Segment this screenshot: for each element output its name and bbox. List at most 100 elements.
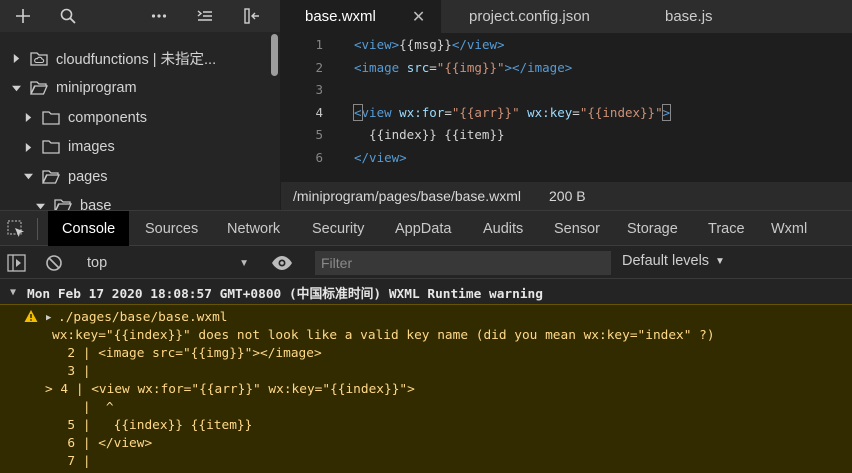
- chevron-down-icon[interactable]: [22, 171, 34, 183]
- warning-line: 3 |: [52, 364, 91, 379]
- code-token: </view>: [354, 149, 407, 165]
- tab-label: base.wxml: [305, 8, 376, 25]
- code-text: {{index}} {{item}}: [354, 124, 505, 147]
- code-line[interactable]: 1 <view>{{msg}}</view>: [281, 34, 852, 57]
- chevron-down-icon: ▼: [239, 257, 249, 269]
- context-label: top: [87, 255, 108, 271]
- code-line[interactable]: 4 <view wx:for="{{arr}}" wx:key="{{index}…: [281, 102, 852, 125]
- plus-icon[interactable]: [11, 4, 35, 28]
- code-token: "{{arr}}": [451, 104, 520, 120]
- console-toolbar: top ▼ Default levels ▼: [0, 247, 852, 279]
- tab-audits[interactable]: Audits: [469, 211, 537, 246]
- code-token: wx:key: [527, 104, 573, 120]
- divider: [37, 218, 38, 240]
- code-line[interactable]: 2 <image src="{{img}}"></image>: [281, 57, 852, 80]
- chevron-down-icon: ▼: [715, 255, 725, 267]
- file-size: 200 B: [549, 188, 586, 204]
- tab-sensor[interactable]: Sensor: [540, 211, 614, 246]
- console-group-header[interactable]: ▼ Mon Feb 17 2020 18:08:57 GMT+0800 (中国标…: [0, 280, 852, 304]
- code-text: </view>: [354, 147, 407, 170]
- context-selector[interactable]: top ▼: [87, 253, 249, 273]
- chevron-down-icon[interactable]: [34, 200, 46, 210]
- search-icon[interactable]: [56, 4, 80, 28]
- chevron-right-icon[interactable]: [22, 112, 34, 124]
- chevron-right-icon[interactable]: [10, 53, 22, 65]
- chevron-right-icon[interactable]: ▶: [46, 313, 51, 323]
- folder-icon: [42, 111, 60, 125]
- inspect-element-icon[interactable]: [6, 219, 26, 239]
- tab-base-js[interactable]: base.js: [665, 0, 713, 33]
- code-editor: base.wxml ✕ project.config.json base.js …: [281, 0, 852, 210]
- folder-open-icon: [54, 199, 72, 210]
- console-output: ▼ Mon Feb 17 2020 18:08:57 GMT+0800 (中国标…: [0, 280, 852, 473]
- tree-item-images[interactable]: images: [0, 133, 280, 163]
- tab-sources[interactable]: Sources: [131, 211, 212, 246]
- code-line[interactable]: 5 {{index}} {{item}}: [281, 124, 852, 147]
- code-token: =: [429, 59, 437, 75]
- explorer-scrollbar[interactable]: [271, 34, 278, 76]
- line-number: 1: [315, 37, 323, 52]
- code-area[interactable]: 1 <view>{{msg}}</view> 2 <image src="{{img}…: [281, 34, 852, 170]
- warning-line: 6 | </view>: [52, 436, 153, 451]
- levels-label: Default levels: [622, 253, 710, 269]
- chevron-right-icon[interactable]: [22, 141, 34, 153]
- filter-input[interactable]: [315, 251, 611, 275]
- code-token: =: [572, 104, 580, 120]
- eye-icon[interactable]: [271, 255, 293, 271]
- line-number: 6: [315, 149, 323, 165]
- show-sidebar-icon[interactable]: [7, 254, 26, 272]
- tab-wxml[interactable]: Wxml: [757, 211, 821, 246]
- devtools-tabs: Console Sources Network Security AppData Audi…: [0, 211, 852, 246]
- file-tree: cloudfunctions | 未指定... miniprogram compon…: [0, 44, 280, 210]
- warning-line: | ^: [52, 400, 114, 415]
- editor-status-bar: /miniprogram/pages/base/base.wxml 200 B: [281, 182, 852, 210]
- warning-message: ./pages/base/base.wxml wx:key="{{index}}"…: [0, 304, 852, 473]
- tab-storage[interactable]: Storage: [613, 211, 692, 246]
- tab-trace[interactable]: Trace: [694, 211, 759, 246]
- editor-tabs: base.wxml ✕ project.config.json base.js: [281, 0, 852, 33]
- code-token: ></image>: [504, 59, 573, 75]
- code-line[interactable]: 3: [281, 79, 852, 102]
- explorer-toolbar: [0, 0, 280, 32]
- code-token: {{msg}}: [399, 37, 452, 52]
- close-icon[interactable]: ✕: [412, 7, 425, 27]
- tree-item-miniprogram[interactable]: miniprogram: [0, 74, 280, 104]
- tree-item-pages[interactable]: pages: [0, 162, 280, 192]
- tab-console[interactable]: Console: [48, 211, 130, 246]
- folder-icon: [42, 140, 60, 154]
- code-token: </view>: [451, 37, 505, 52]
- warning-line: wx:key="{{index}}" does not look like a …: [52, 328, 715, 343]
- code-token: src: [406, 59, 430, 75]
- clear-console-icon[interactable]: [45, 254, 63, 272]
- code-token: {{index}} {{item}}: [354, 127, 505, 143]
- chevron-down-icon[interactable]: [10, 82, 22, 94]
- tab-label: project.config.json: [469, 8, 590, 25]
- tab-appdata[interactable]: AppData: [381, 211, 465, 246]
- tree-item-components[interactable]: components: [0, 103, 280, 133]
- code-token: "{{img}}": [436, 59, 505, 75]
- tree-item-label: images: [68, 139, 115, 156]
- code-line[interactable]: 6 </view>: [281, 147, 852, 170]
- warning-line: 2 | <image src="{{img}}"></image>: [52, 346, 322, 361]
- sort-icon[interactable]: [193, 4, 217, 28]
- code-token: =: [444, 104, 452, 120]
- tree-item-label: pages: [68, 168, 108, 185]
- more-horizontal-icon[interactable]: [147, 4, 171, 28]
- line-number: 2: [315, 59, 323, 75]
- collapse-panel-icon[interactable]: [240, 4, 264, 28]
- log-levels-dropdown[interactable]: Default levels ▼: [622, 253, 725, 269]
- tab-project-config-json[interactable]: project.config.json: [469, 0, 590, 33]
- warning-line: > 4 | <view wx:for="{{arr}}" wx:key="{{i…: [45, 382, 415, 397]
- source-link[interactable]: ./pages/base/base.wxml: [58, 309, 228, 327]
- tree-item-base[interactable]: base: [0, 192, 280, 210]
- line-number: 4: [315, 104, 323, 120]
- code-text: <image src="{{img}}"></image>: [354, 57, 572, 80]
- tab-security[interactable]: Security: [298, 211, 378, 246]
- tree-item-label: miniprogram: [56, 80, 137, 97]
- file-path: /miniprogram/pages/base/base.wxml: [293, 188, 521, 204]
- tab-base-wxml[interactable]: base.wxml ✕: [281, 0, 441, 33]
- tree-item-cloudfunctions[interactable]: cloudfunctions | 未指定...: [0, 44, 280, 74]
- tree-item-label: components: [68, 109, 147, 126]
- warning-line: 7 |: [52, 454, 91, 469]
- tab-network[interactable]: Network: [213, 211, 294, 246]
